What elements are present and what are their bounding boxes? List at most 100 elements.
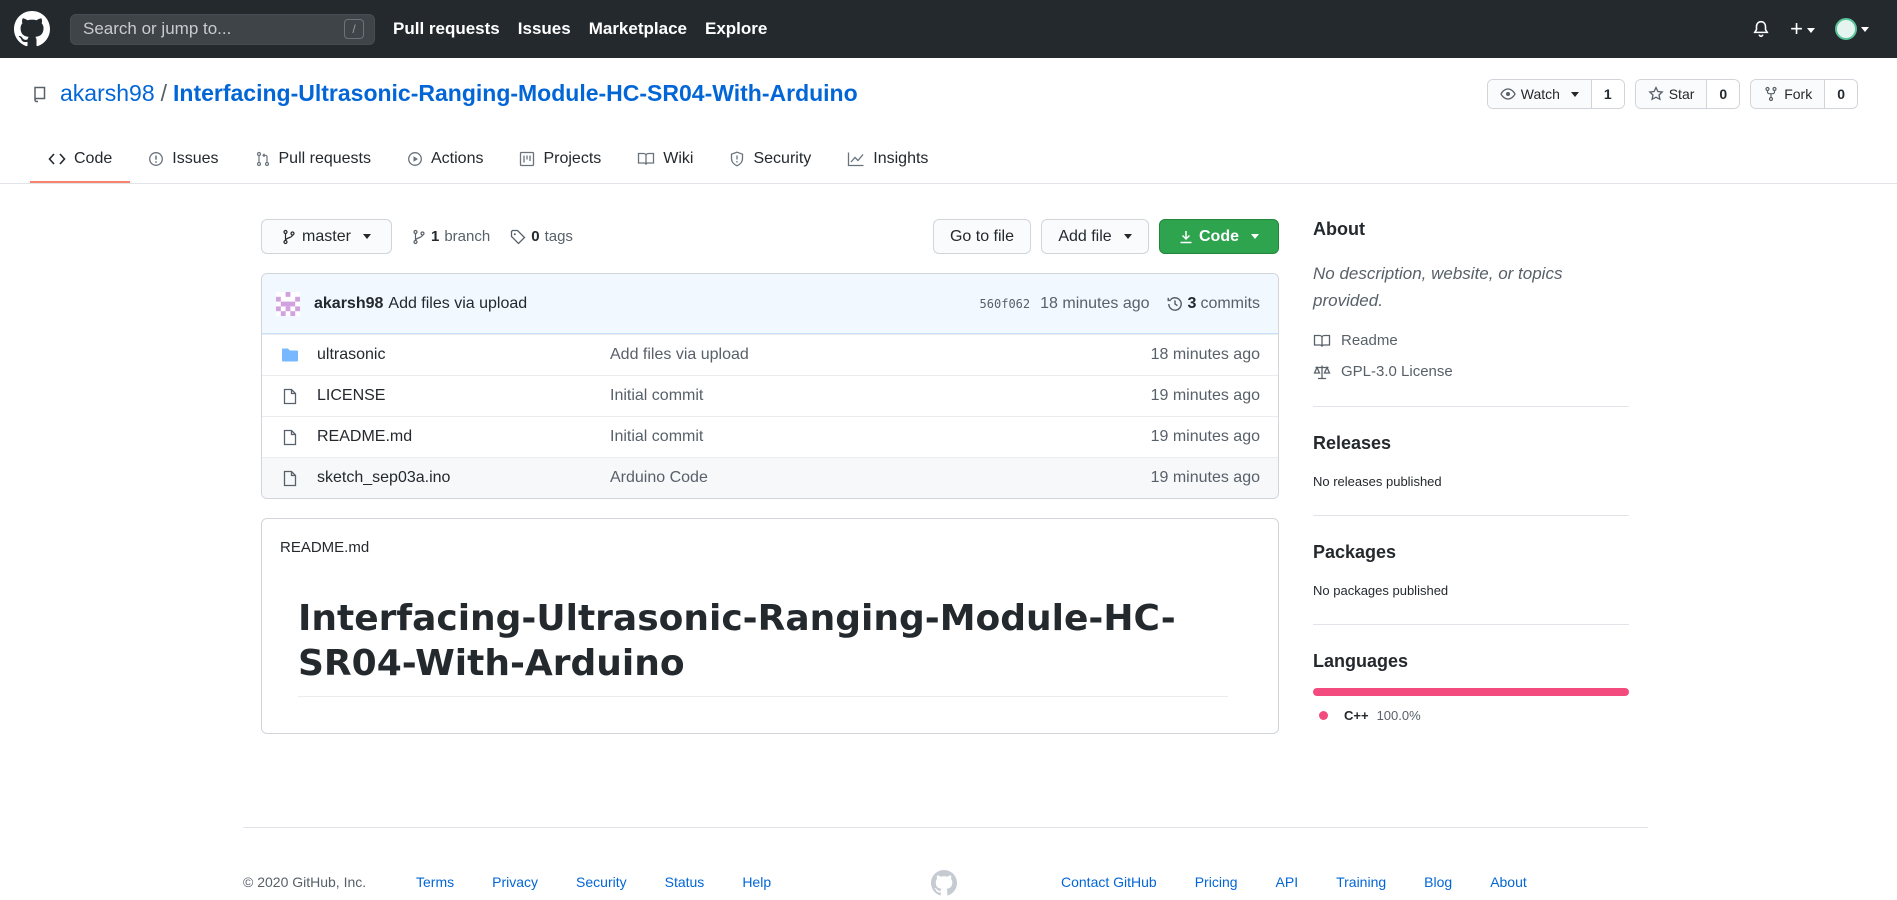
language-name: C++ [1344,708,1369,723]
fork-button[interactable]: Fork [1751,80,1826,108]
author-avatar[interactable] [276,291,300,316]
repo-tabs: Code Issues Pull requests Actions Projec… [30,137,946,183]
nav-marketplace[interactable]: Marketplace [589,19,687,39]
user-menu-button[interactable] [1835,18,1869,40]
commits-link[interactable]: 3 commits [1166,295,1260,313]
tabs-divider [0,183,1897,184]
file-row[interactable]: ultrasonic Add files via upload 18 minut… [262,334,1278,375]
github-mark-icon[interactable] [931,870,957,896]
nav-explore[interactable]: Explore [705,19,767,39]
tags-link[interactable]: 0 tags [510,228,573,245]
graph-icon [848,152,864,167]
commit-author-link[interactable]: akarsh98 [314,295,383,313]
book-icon [1313,334,1331,347]
file-commit-link[interactable]: Initial commit [610,387,1151,405]
star-count[interactable]: 0 [1707,80,1740,108]
top-nav: Pull requests Issues Marketplace Explore [393,19,767,39]
footer-right-links: Contact GitHub Pricing API Training Blog… [1061,874,1527,890]
file-row[interactable]: README.md Initial commit 19 minutes ago [262,416,1278,457]
readme-link[interactable]: Readme [1313,332,1629,349]
license-link[interactable]: GPL-3.0 License [1313,363,1629,380]
file-icon [280,429,300,446]
tab-actions[interactable]: Actions [389,137,501,183]
footer-link-pricing[interactable]: Pricing [1195,874,1238,890]
file-age: 19 minutes ago [1150,469,1260,486]
tab-label: Code [74,150,113,167]
footer-copyright: © 2020 GitHub, Inc. [243,874,367,890]
footer-link-contact[interactable]: Contact GitHub [1061,874,1157,890]
main-content: master 1 branch 0 tags Go to file Add fi… [261,219,1279,734]
chevron-down-icon [1251,234,1259,239]
commit-message-link[interactable]: Add files via upload [388,295,527,313]
tab-label: Security [753,150,812,167]
fork-count[interactable]: 0 [1825,80,1857,108]
footer-link-status[interactable]: Status [665,874,705,890]
bell-icon[interactable] [1752,20,1770,38]
file-commit-link[interactable]: Add files via upload [610,346,1151,364]
file-name-link[interactable]: LICENSE [317,387,610,405]
file-row[interactable]: LICENSE Initial commit 19 minutes ago [262,375,1278,416]
repo-separator: / [160,80,168,106]
file-name-link[interactable]: README.md [317,428,610,446]
create-new-button[interactable]: + [1790,18,1815,40]
footer-link-blog[interactable]: Blog [1424,874,1452,890]
github-logo-icon[interactable] [14,11,50,47]
download-icon [1180,230,1192,243]
shield-icon [731,151,744,167]
file-row[interactable]: sketch_sep03a.ino Arduino Code 19 minute… [262,457,1278,498]
commit-sha-link[interactable]: 560f062 [980,297,1031,311]
releases-heading[interactable]: Releases [1313,433,1629,454]
fork-label: Fork [1784,86,1813,102]
watch-count[interactable]: 1 [1591,80,1624,108]
eye-icon [1500,88,1516,100]
star-button[interactable]: Star [1635,80,1708,108]
folder-icon [280,347,300,363]
footer-link-security[interactable]: Security [576,874,627,890]
law-icon [1313,365,1331,379]
tab-security[interactable]: Security [711,137,829,183]
tab-issues[interactable]: Issues [130,137,236,183]
add-file-button[interactable]: Add file [1041,219,1149,254]
search-input[interactable]: Search or jump to... / [70,13,375,45]
footer-link-privacy[interactable]: Privacy [492,874,538,890]
file-age: 18 minutes ago [1150,346,1260,363]
code-download-button[interactable]: Code [1159,219,1279,254]
chevron-down-icon [362,234,371,239]
tab-projects[interactable]: Projects [501,137,619,183]
nav-pull-requests[interactable]: Pull requests [393,19,500,39]
repo-owner-link[interactable]: akarsh98 [60,80,155,107]
watch-button[interactable]: Watch [1487,80,1592,108]
tab-wiki[interactable]: Wiki [619,137,711,183]
go-to-file-button[interactable]: Go to file [932,219,1031,254]
tab-insights[interactable]: Insights [829,137,946,183]
releases-text: No releases published [1313,474,1442,489]
branches-link[interactable]: 1 branch [412,228,490,245]
footer-link-about[interactable]: About [1490,874,1527,890]
footer-link-terms[interactable]: Terms [416,874,454,890]
file-commit-link[interactable]: Arduino Code [610,469,1151,487]
footer-link-training[interactable]: Training [1336,874,1386,890]
readme-filename[interactable]: README.md [280,539,1260,556]
nav-issues[interactable]: Issues [518,19,571,39]
search-shortcut-key: / [344,19,364,39]
tab-code[interactable]: Code [30,137,131,183]
packages-heading[interactable]: Packages [1313,542,1629,563]
issue-icon [149,152,164,166]
avatar [1835,18,1857,40]
file-commit-link[interactable]: Initial commit [610,428,1151,446]
star-label: Star [1668,86,1695,102]
search-placeholder: Search or jump to... [83,19,232,38]
language-item[interactable]: C++ 100.0% [1313,708,1629,723]
chevron-down-icon [1570,91,1579,97]
history-icon [1167,296,1182,311]
branch-select-button[interactable]: master [261,219,392,254]
file-name-link[interactable]: ultrasonic [317,346,610,364]
file-name-link[interactable]: sketch_sep03a.ino [317,469,610,487]
branch-word: branch [444,228,491,245]
footer-link-api[interactable]: API [1276,874,1299,890]
languages-heading: Languages [1313,651,1409,671]
tab-pull-requests[interactable]: Pull requests [237,137,390,183]
commit-count: 3 [1187,294,1197,312]
footer-link-help[interactable]: Help [742,874,771,890]
repo-name-link[interactable]: Interfacing-Ultrasonic-Ranging-Module-HC… [173,80,858,107]
